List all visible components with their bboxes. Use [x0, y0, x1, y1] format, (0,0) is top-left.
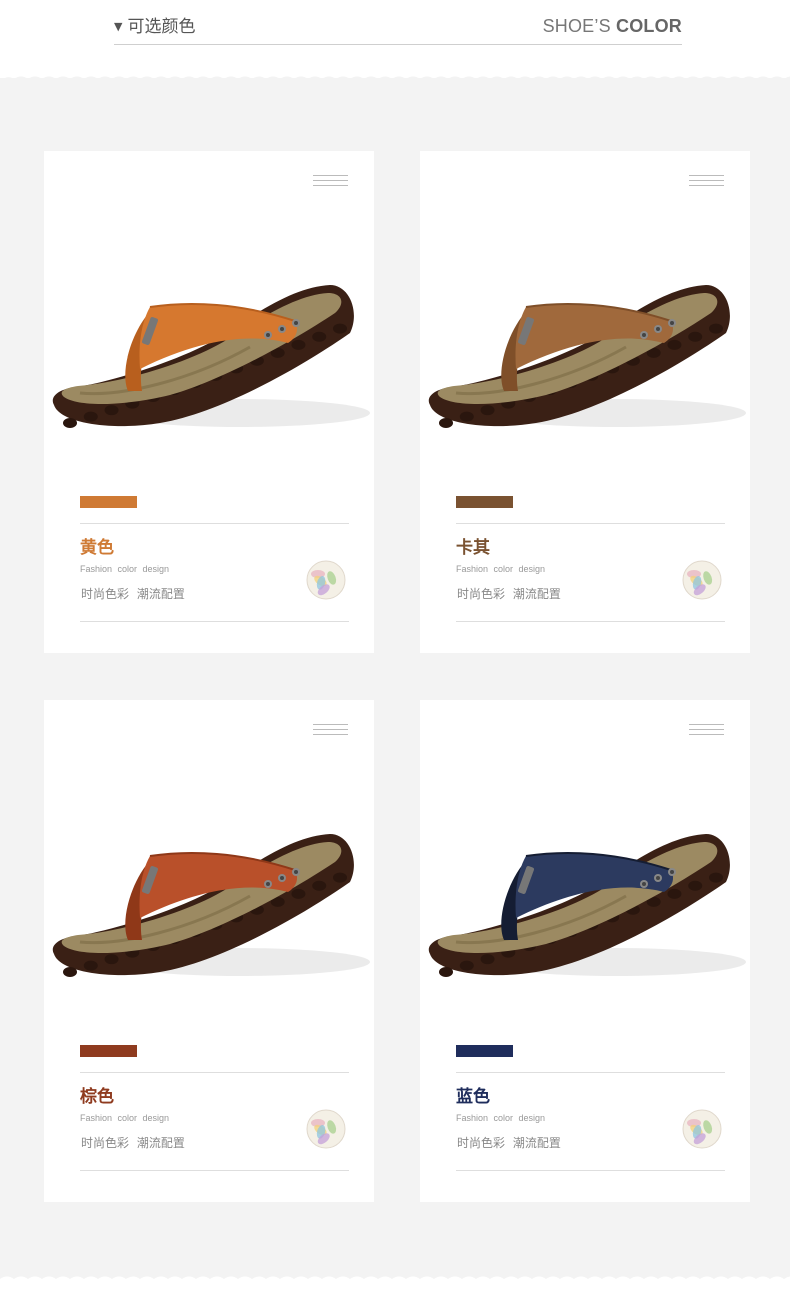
fashion-caption: Fashion color design: [80, 1113, 170, 1123]
color-palette-icon: [306, 560, 346, 600]
color-palette-icon: [306, 1109, 346, 1149]
color-card[interactable]: 卡其 Fashion color design 时尚色彩 潮流配置: [420, 151, 750, 653]
color-palette-icon: [682, 560, 722, 600]
section-title-en-bold: COLOR: [616, 16, 682, 36]
fashion-caption: Fashion color design: [80, 564, 170, 574]
color-swatch: [80, 1045, 137, 1057]
color-name: 卡其: [456, 538, 490, 558]
divider: [456, 1170, 725, 1171]
color-name: 蓝色: [456, 1087, 490, 1107]
header-divider: [114, 44, 682, 45]
divider: [80, 621, 349, 622]
menu-lines-icon: [689, 175, 724, 189]
color-name: 棕色: [80, 1087, 114, 1107]
color-subtitle: 时尚色彩 潮流配置: [81, 587, 185, 601]
menu-lines-icon: [689, 724, 724, 738]
fashion-caption: Fashion color design: [456, 564, 546, 574]
divider: [80, 1170, 349, 1171]
divider: [80, 1072, 349, 1073]
divider: [456, 523, 725, 524]
color-swatch: [456, 1045, 513, 1057]
color-swatch: [456, 496, 513, 508]
page-header: ▼ 可选颜色 SHOE’S COLOR: [0, 0, 790, 78]
section-title-cn: 可选颜色: [127, 17, 196, 37]
wave-divider-top: [0, 76, 790, 82]
divider: [456, 1072, 725, 1073]
sandal-image: [52, 834, 370, 977]
divider: [456, 621, 725, 622]
section-title: ▼ 可选颜色: [114, 12, 195, 37]
color-card[interactable]: 黄色 Fashion color design 时尚色彩 潮流配置: [44, 151, 374, 653]
color-subtitle: 时尚色彩 潮流配置: [457, 587, 561, 601]
color-card[interactable]: 蓝色 Fashion color design 时尚色彩 潮流配置: [420, 700, 750, 1202]
page-footer-space: [0, 1279, 790, 1297]
color-name: 黄色: [80, 538, 114, 558]
color-card[interactable]: 棕色 Fashion color design 时尚色彩 潮流配置: [44, 700, 374, 1202]
divider: [80, 523, 349, 524]
menu-lines-icon: [313, 724, 348, 738]
color-swatch: [80, 496, 137, 508]
color-palette-icon: [682, 1109, 722, 1149]
triangle-down-icon: ▼: [114, 20, 123, 33]
section-title-en-light: SHOE’S: [542, 16, 611, 36]
sandal-image: [52, 285, 370, 428]
section-title-en: SHOE’S COLOR: [543, 16, 682, 37]
menu-lines-icon: [313, 175, 348, 189]
sandal-image: [428, 285, 746, 428]
color-subtitle: 时尚色彩 潮流配置: [457, 1136, 561, 1150]
color-subtitle: 时尚色彩 潮流配置: [81, 1136, 185, 1150]
fashion-caption: Fashion color design: [456, 1113, 546, 1123]
sandal-image: [428, 834, 746, 977]
